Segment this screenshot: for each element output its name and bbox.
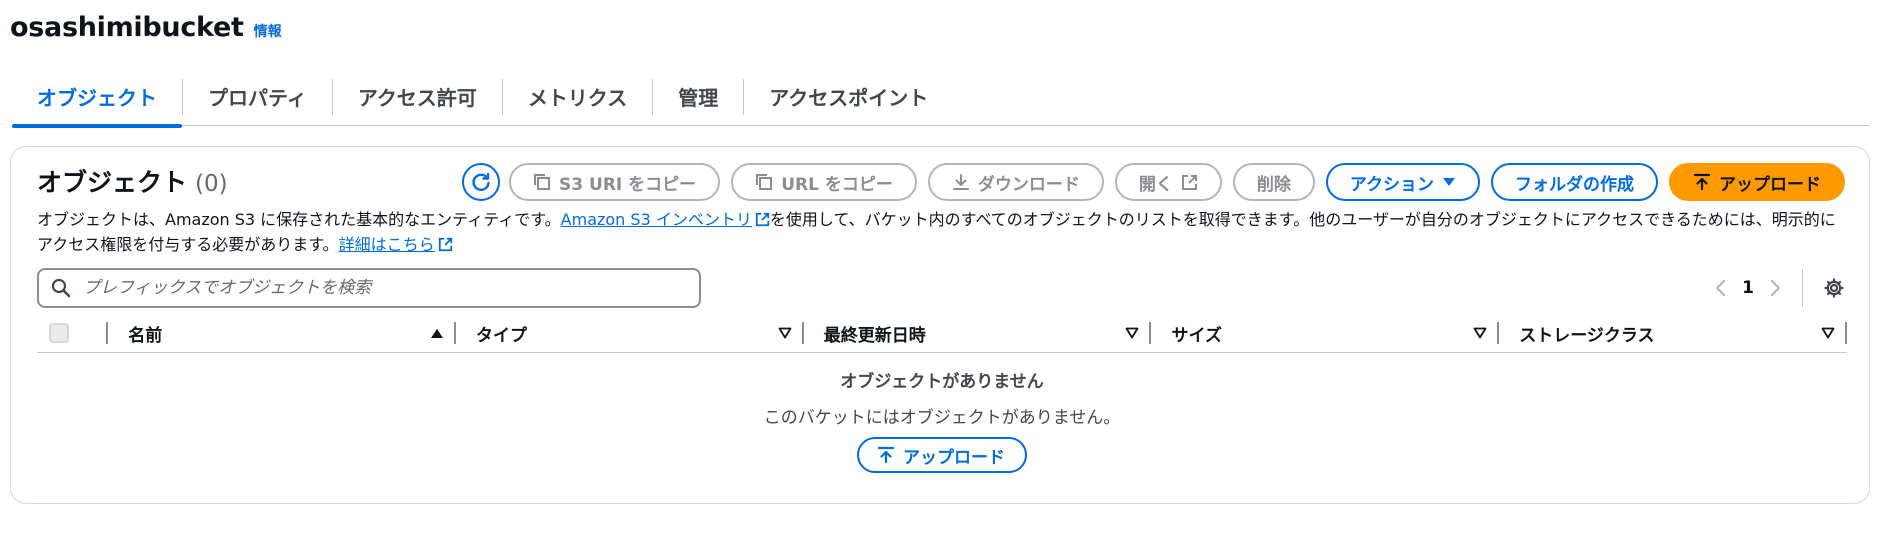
pagination: 1: [1714, 268, 1845, 308]
objects-count: (0): [195, 171, 228, 197]
select-all-cell: [37, 314, 106, 353]
copy-s3-uri-label: S3 URI をコピー: [559, 174, 697, 195]
objects-table: 名前 タイプ 最終更新日時 サイズ ストレージクラス: [37, 314, 1847, 353]
info-link[interactable]: 情報: [254, 21, 282, 41]
external-link-icon: [1181, 174, 1197, 190]
create-folder-button[interactable]: フォルダの作成: [1491, 163, 1658, 201]
column-header-last-modified[interactable]: 最終更新日時: [804, 314, 1150, 353]
copy-s3-uri-button[interactable]: S3 URI をコピー: [509, 163, 721, 201]
empty-state-upload-label: アップロード: [903, 447, 1005, 468]
objects-toolbar: S3 URI をコピー URL をコピー ダウンロード 開く 削除 アクション …: [462, 163, 1845, 201]
delete-label: 削除: [1256, 174, 1291, 195]
empty-state-upload-button[interactable]: アップロード: [857, 437, 1027, 473]
select-all-checkbox[interactable]: [49, 323, 69, 343]
description-text-1: オブジェクトは、Amazon S3 に保存された基本的なエンティティです。: [37, 210, 561, 229]
chevron-left-icon[interactable]: [1714, 279, 1726, 297]
objects-panel: オブジェクト (0) S3 URI をコピー URL をコピー ダウンロード 開…: [10, 146, 1870, 504]
learn-more-link[interactable]: 詳細はこちら: [339, 235, 453, 254]
empty-state-description: このバケットにはオブジェクトがありません。: [763, 408, 1121, 428]
table-header: 名前 タイプ 最終更新日時 サイズ ストレージクラス: [37, 314, 1847, 353]
upload-label: アップロード: [1719, 174, 1821, 195]
copy-icon: [756, 174, 773, 190]
create-folder-label: フォルダの作成: [1515, 174, 1634, 195]
copy-url-button[interactable]: URL をコピー: [731, 163, 917, 201]
tab-access-points[interactable]: アクセスポイント: [744, 74, 953, 126]
column-last-modified-label: 最終更新日時: [823, 325, 926, 346]
external-link-icon: [755, 212, 769, 227]
download-icon: [952, 174, 969, 190]
column-type-label: タイプ: [475, 325, 527, 346]
open-button[interactable]: 開く: [1114, 163, 1222, 201]
download-button[interactable]: ダウンロード: [927, 163, 1104, 201]
column-header-type[interactable]: タイプ: [456, 314, 802, 353]
caret-down-icon: [1443, 178, 1455, 186]
tab-objects[interactable]: オブジェクト: [12, 74, 182, 128]
column-storage-class-label: ストレージクラス: [1519, 325, 1655, 346]
upload-icon: [1693, 173, 1711, 191]
empty-state-title: オブジェクトがありません: [840, 372, 1044, 392]
inventory-link[interactable]: Amazon S3 インベントリ: [561, 210, 770, 229]
sort-icon: [1821, 327, 1835, 339]
delete-button[interactable]: 削除: [1232, 163, 1315, 201]
inventory-link-label: Amazon S3 インベントリ: [560, 210, 752, 229]
column-size-label: サイズ: [1171, 325, 1222, 346]
objects-header: オブジェクト (0): [37, 163, 228, 199]
copy-icon: [534, 174, 551, 190]
settings-gear-icon[interactable]: [1823, 277, 1845, 299]
sort-icon: [1473, 327, 1487, 339]
refresh-button[interactable]: [462, 163, 501, 201]
sort-icon: [1126, 327, 1139, 339]
column-header-storage-class[interactable]: ストレージクラス: [1499, 314, 1845, 353]
objects-title: オブジェクト: [37, 168, 188, 197]
tab-properties[interactable]: プロパティ: [183, 74, 332, 126]
actions-label: アクション: [1349, 174, 1434, 195]
column-header-size[interactable]: サイズ: [1151, 314, 1497, 353]
external-link-icon: [438, 237, 452, 252]
actions-dropdown[interactable]: アクション: [1325, 163, 1480, 201]
search-input[interactable]: [83, 278, 663, 298]
column-name-label: 名前: [128, 325, 163, 346]
copy-url-label: URL をコピー: [781, 174, 893, 195]
chevron-right-icon[interactable]: [1770, 279, 1782, 297]
column-header-name[interactable]: 名前: [108, 314, 454, 353]
tab-permissions[interactable]: アクセス許可: [333, 74, 502, 126]
learn-more-label: 詳細はこちら: [338, 235, 435, 254]
upload-button[interactable]: アップロード: [1669, 163, 1845, 201]
tab-management[interactable]: 管理: [653, 74, 743, 126]
empty-state: オブジェクトがありません このバケットにはオブジェクトがありません。 アップロー…: [37, 365, 1847, 473]
upload-icon: [877, 446, 895, 464]
open-label: 開く: [1138, 174, 1173, 195]
sort-ascending-icon: [430, 329, 443, 338]
current-page[interactable]: 1: [1742, 278, 1754, 298]
column-resizer[interactable]: [1844, 322, 1847, 344]
page-header: osashimibucket 情報: [10, 12, 282, 43]
refresh-icon: [472, 172, 490, 191]
download-label: ダウンロード: [977, 174, 1080, 195]
sort-icon: [778, 327, 792, 339]
pager-divider: [1802, 269, 1803, 307]
bucket-tabs: オブジェクト プロパティ アクセス許可 メトリクス 管理 アクセスポイント: [12, 74, 1869, 128]
objects-description: オブジェクトは、Amazon S3 に保存された基本的なエンティティです。Ama…: [37, 207, 1847, 257]
search-field[interactable]: [37, 268, 701, 308]
tab-metrics[interactable]: メトリクス: [503, 74, 652, 126]
search-icon: [51, 278, 71, 298]
bucket-name: osashimibucket: [10, 12, 244, 43]
